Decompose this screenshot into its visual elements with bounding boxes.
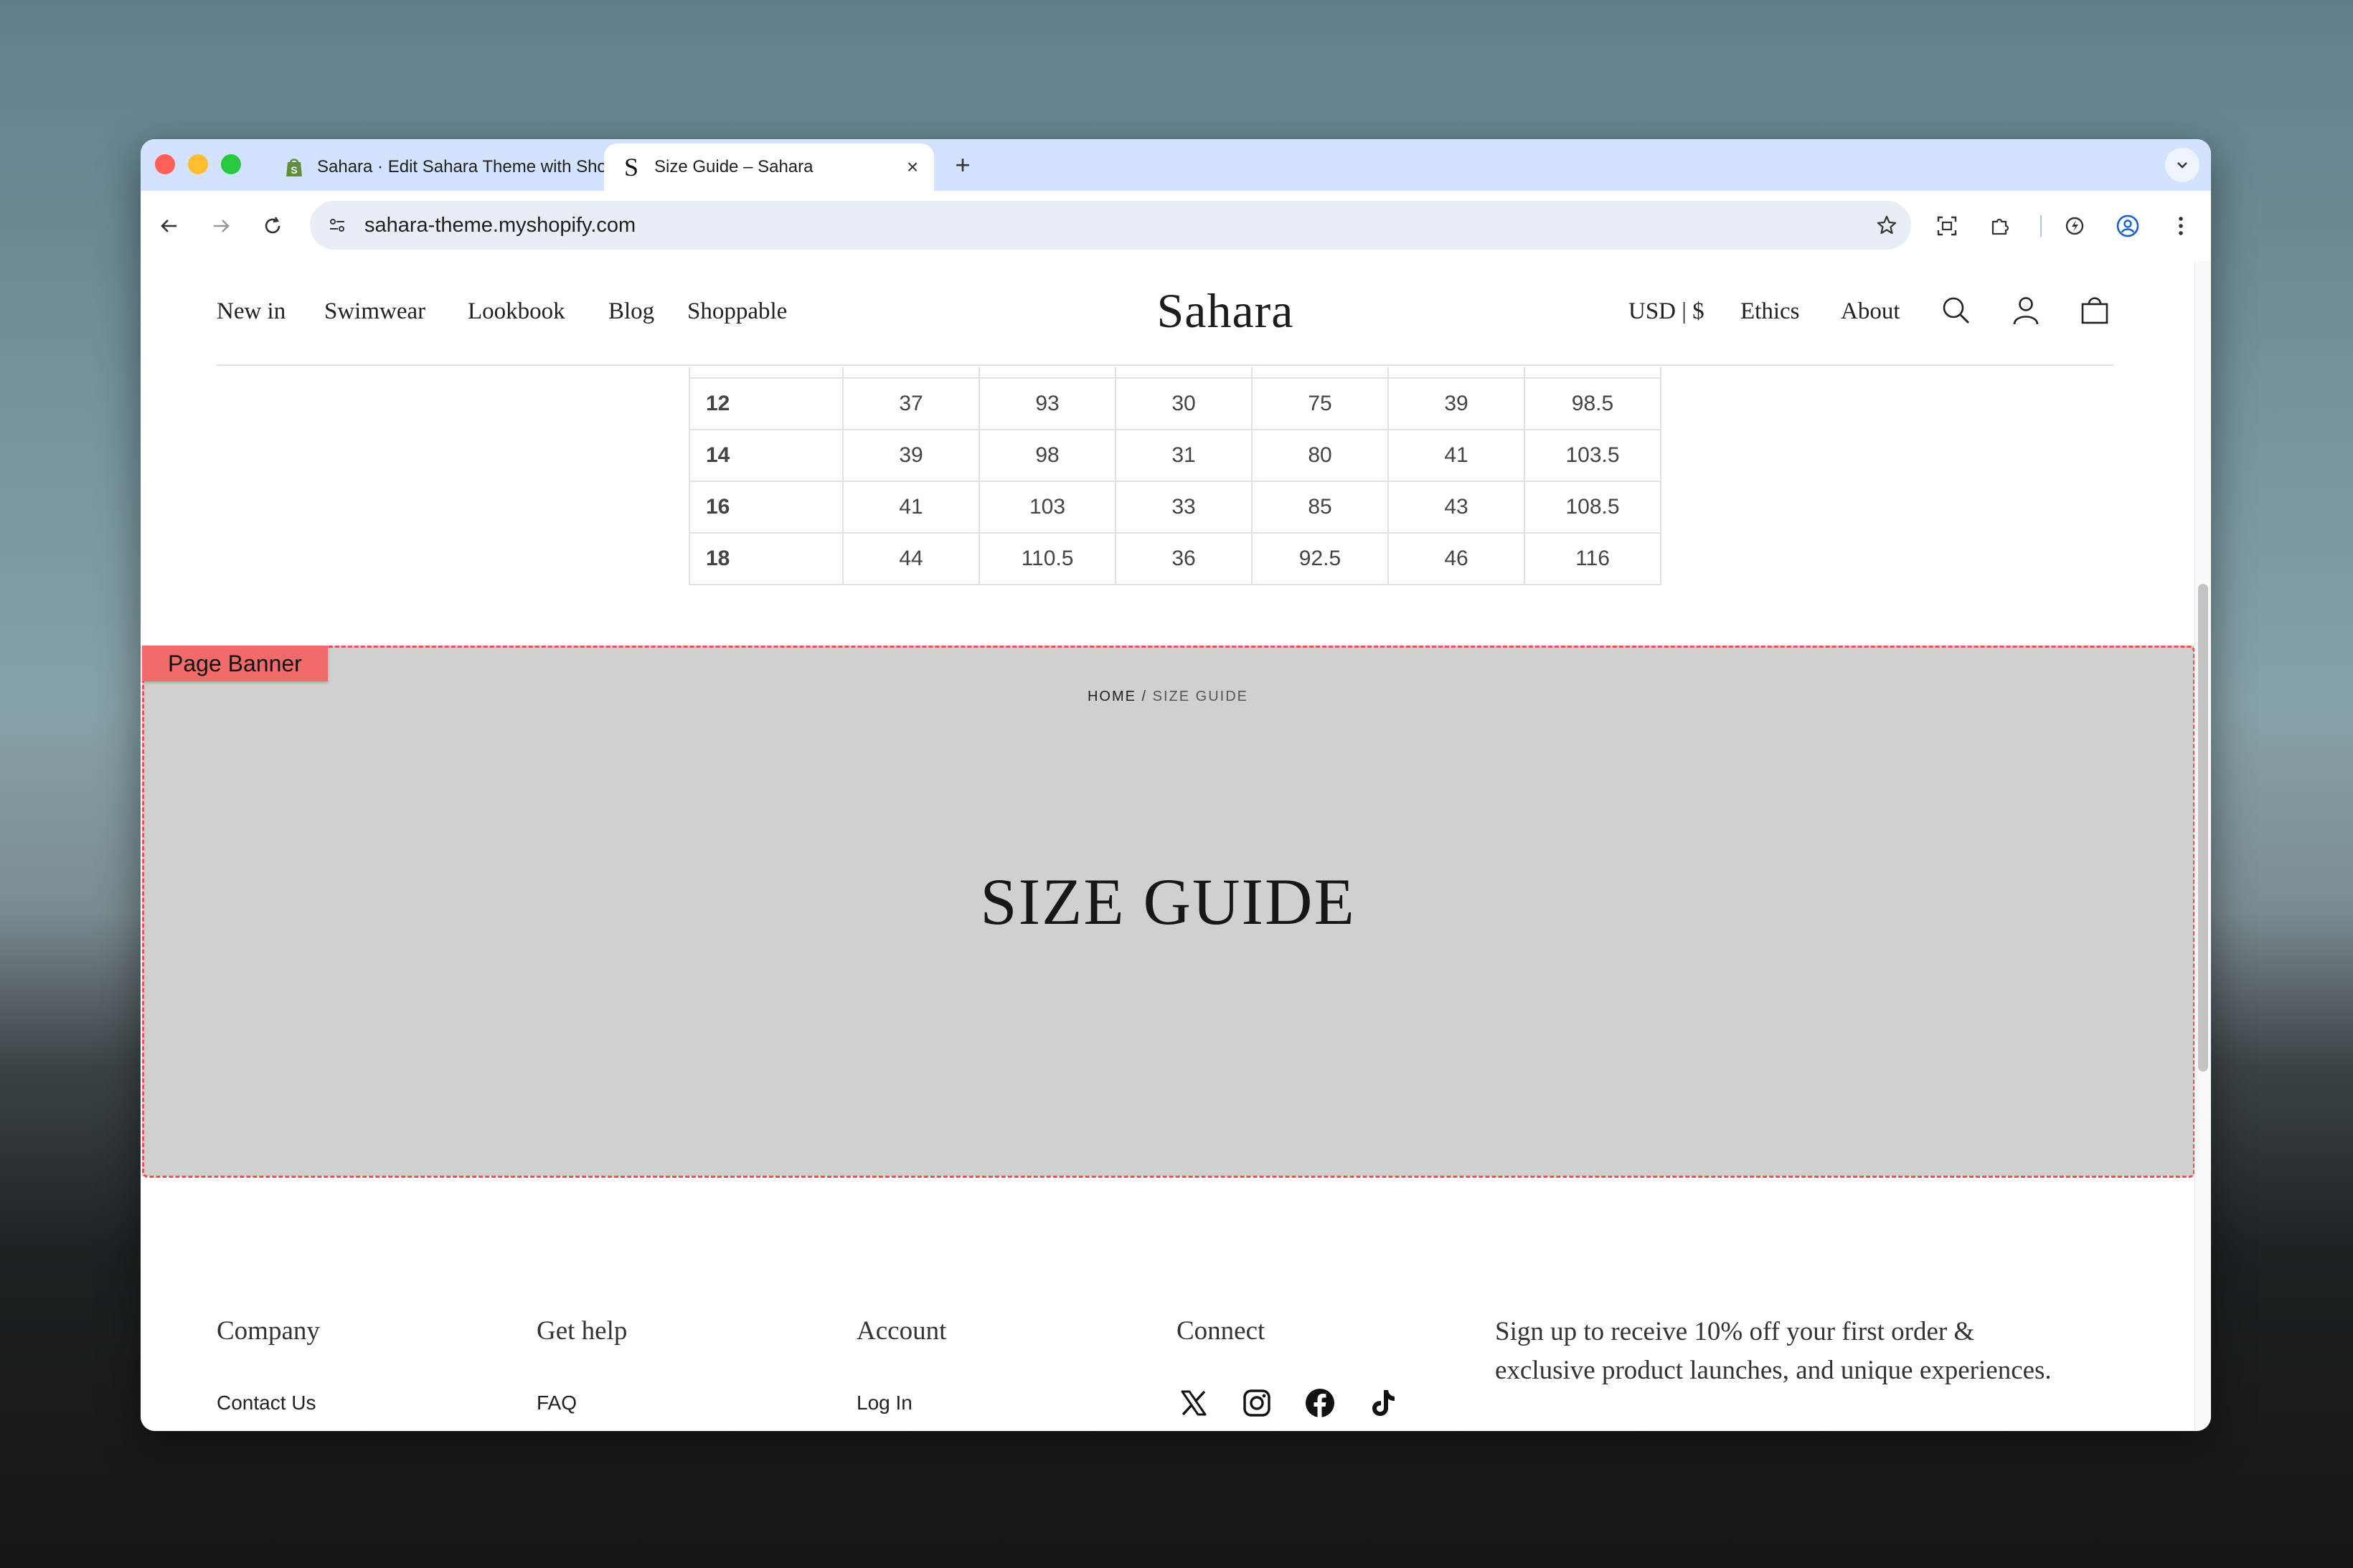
toolbar-divider: [2040, 215, 2042, 237]
size-table: 12 37 93 30 75 39 98.5 14 39 98 31 80 41…: [689, 367, 1661, 585]
shopify-bag-icon: S: [283, 156, 306, 179]
table-cell: 92.5: [1251, 532, 1389, 585]
table-cell: 36: [1115, 532, 1253, 585]
chevron-down-icon: [2177, 162, 2187, 169]
page-title: SIZE GUIDE: [980, 865, 1356, 938]
table-cell: 31: [1115, 429, 1253, 482]
cart-bag-icon[interactable]: [2079, 294, 2111, 329]
nav-lookbook[interactable]: Lookbook: [468, 298, 565, 325]
performance-icon[interactable]: [2057, 209, 2092, 243]
breadcrumb-separator: /: [1141, 689, 1148, 704]
table-cell: 30: [1115, 377, 1253, 430]
table-row: [689, 367, 1661, 379]
table-cell: 43: [1387, 481, 1525, 534]
table-cell: 46: [1387, 532, 1525, 585]
profile-avatar-icon[interactable]: [2111, 209, 2145, 243]
table-cell: 85: [1251, 481, 1389, 534]
instagram-icon[interactable]: [1238, 1384, 1275, 1422]
footer-heading-company: Company: [217, 1316, 320, 1346]
minimize-window-button[interactable]: [188, 154, 208, 174]
footer-link-log-in[interactable]: Log In: [857, 1392, 913, 1414]
close-window-button[interactable]: [155, 154, 175, 174]
table-row: 16 41 103 33 85 43 108.5: [689, 481, 1661, 534]
table-row: 12 37 93 30 75 39 98.5: [689, 377, 1661, 430]
size-cell: 18: [689, 532, 844, 585]
browser-toolbar: sahara-theme.myshopify.com: [141, 191, 2211, 262]
nav-new-in[interactable]: New in: [217, 298, 286, 325]
url-text[interactable]: sahara-theme.myshopify.com: [364, 201, 636, 250]
table-cell: 93: [979, 377, 1116, 430]
bookmark-star-icon[interactable]: [1869, 208, 1904, 242]
table-cell: 103: [979, 481, 1116, 534]
section-label-tag: Page Banner: [142, 646, 328, 681]
nav-ethics[interactable]: Ethics: [1740, 298, 1799, 325]
site-settings-icon[interactable]: [320, 208, 354, 242]
tiktok-icon[interactable]: [1364, 1384, 1402, 1422]
site-logo[interactable]: Sahara: [1082, 283, 1369, 339]
table-cell: 37: [842, 377, 980, 430]
reload-icon[interactable]: [255, 209, 290, 243]
nav-blog[interactable]: Blog: [608, 298, 654, 325]
table-cell: 98.5: [1524, 377, 1661, 430]
breadcrumb-current: SIZE GUIDE: [1152, 689, 1249, 704]
table-cell: 110.5: [979, 532, 1116, 585]
extensions-puzzle-icon[interactable]: [1983, 209, 2017, 243]
table-cell: 98: [979, 429, 1116, 482]
table-row: 14 39 98 31 80 41 103.5: [689, 429, 1661, 482]
nav-swimwear[interactable]: Swimwear: [324, 298, 425, 325]
table-cell: 41: [842, 481, 980, 534]
nav-about[interactable]: About: [1841, 298, 1900, 325]
back-arrow-icon[interactable]: [152, 209, 187, 243]
more-menu-icon[interactable]: [2164, 209, 2198, 243]
table-cell: 39: [842, 429, 980, 482]
currency-selector[interactable]: USD | $: [1628, 298, 1704, 325]
table-cell: 108.5: [1524, 481, 1661, 534]
footer-heading-account: Account: [857, 1316, 947, 1346]
tab-size-guide[interactable]: S Size Guide – Sahara ×: [604, 143, 934, 191]
footer-heading-help: Get help: [537, 1316, 628, 1346]
scrollbar-thumb[interactable]: [2198, 584, 2208, 1072]
address-bar[interactable]: sahara-theme.myshopify.com: [310, 201, 1911, 250]
table-cell: 75: [1251, 377, 1389, 430]
breadcrumb: HOME / SIZE GUIDE: [141, 689, 2195, 705]
facebook-icon[interactable]: [1301, 1384, 1339, 1422]
x-twitter-icon[interactable]: [1175, 1384, 1212, 1422]
nav-shoppable[interactable]: Shoppable: [687, 298, 787, 325]
size-cell: 16: [689, 481, 844, 534]
table-cell: 80: [1251, 429, 1389, 482]
size-cell: 12: [689, 377, 844, 430]
size-cell: 14: [689, 429, 844, 482]
account-icon[interactable]: [2010, 294, 2042, 329]
footer-link-contact-us[interactable]: Contact Us: [217, 1392, 316, 1414]
browser-window: S Sahara · Edit Sahara Theme with Shopif…: [141, 139, 2211, 1431]
table-row: 18 44 110.5 36 92.5 46 116: [689, 532, 1661, 585]
table-cell: 44: [842, 532, 980, 585]
table-cell: 39: [1387, 377, 1525, 430]
table-cell: 33: [1115, 481, 1253, 534]
forward-arrow-icon[interactable]: [204, 209, 238, 243]
tab-search-button[interactable]: [2165, 148, 2199, 182]
newsletter-text: Sign up to receive 10% off your first or…: [1495, 1317, 2052, 1385]
footer-heading-connect: Connect: [1176, 1316, 1265, 1346]
search-icon[interactable]: [1940, 294, 1971, 329]
web-page: New in Swimwear Lookbook Blog Shoppable …: [141, 261, 2195, 1431]
zoom-window-button[interactable]: [221, 154, 241, 174]
close-tab-icon[interactable]: ×: [898, 153, 927, 181]
screenshot-icon[interactable]: [1930, 209, 1964, 243]
tab-strip: S Sahara · Edit Sahara Theme with Shopif…: [141, 139, 2211, 191]
table-cell: 41: [1387, 429, 1525, 482]
breadcrumb-home-link[interactable]: HOME: [1088, 689, 1136, 704]
footer-link-faq[interactable]: FAQ: [537, 1392, 577, 1414]
table-cell: 116: [1524, 532, 1661, 585]
svg-text:S: S: [291, 164, 297, 176]
tab-title: Size Guide – Sahara: [654, 157, 814, 176]
sahara-s-icon: S: [623, 153, 639, 181]
table-cell: 103.5: [1524, 429, 1661, 482]
header-divider: [217, 364, 2113, 366]
new-tab-button[interactable]: +: [947, 149, 979, 181]
